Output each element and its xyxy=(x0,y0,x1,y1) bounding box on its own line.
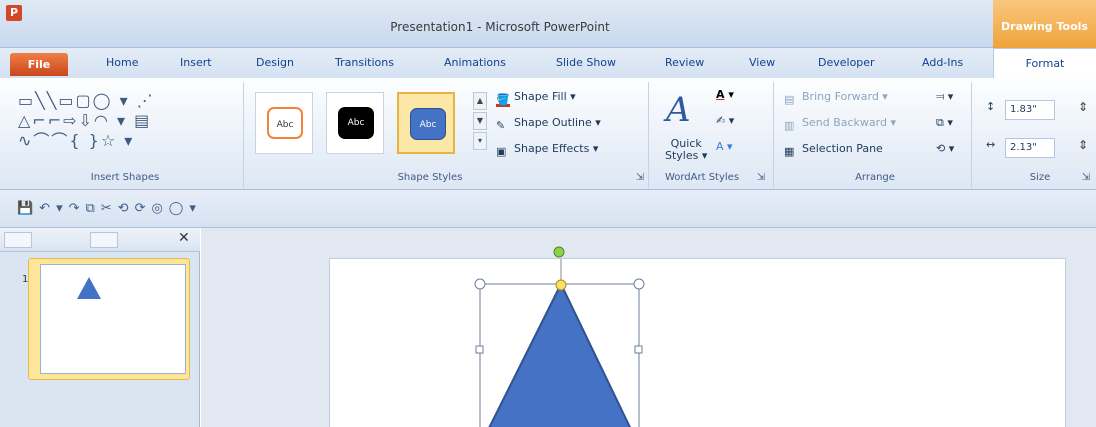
shape-style-preset-2[interactable]: Abc xyxy=(326,92,384,154)
group-separator xyxy=(971,82,972,188)
send-backward-label: Send Backward xyxy=(802,116,887,129)
dialog-launcher-icon[interactable]: ⇲ xyxy=(634,172,646,183)
pencil-icon: ✎ xyxy=(496,119,506,132)
tab-transitions[interactable]: Transitions xyxy=(335,56,394,69)
width-icon: ↔ xyxy=(986,138,996,151)
quick-styles-line2: Styles xyxy=(665,149,699,162)
text-fill-button[interactable]: A ▾ xyxy=(716,88,734,101)
selection-pane-button[interactable]: ▦ Selection Pane xyxy=(784,142,883,159)
slide-canvas[interactable] xyxy=(329,258,1066,427)
shape-fill-label: Shape Fill xyxy=(514,90,567,103)
shape-effects-button[interactable]: ▣ Shape Effects ▾ xyxy=(496,142,598,159)
drawing-tools-context-label: Drawing Tools xyxy=(993,0,1096,48)
ribbon: ▭╲╲▭▢◯ ▾ ⋰ △⌐⌐⇨⇩◠ ▾ ▤ ∿⌒⌒{ }☆ ▾ Insert S… xyxy=(0,78,1096,190)
shape-effects-label: Shape Effects xyxy=(514,142,590,155)
group-separator xyxy=(243,82,244,188)
tab-home[interactable]: Home xyxy=(106,56,138,69)
wordart-a-icon: A xyxy=(666,90,691,130)
tab-design[interactable]: Design xyxy=(256,56,294,69)
height-spinner[interactable]: ⇕ xyxy=(1078,100,1088,114)
group-objects-button[interactable]: ⧉ ▾ xyxy=(936,116,953,130)
tab-add-ins[interactable]: Add-Ins xyxy=(922,56,963,69)
thumbnail-triangle xyxy=(77,277,101,299)
bring-forward-icon: ▤ xyxy=(784,93,795,106)
dialog-launcher-icon[interactable]: ⇲ xyxy=(1080,172,1092,183)
text-outline-button[interactable]: ✍ ▾ xyxy=(716,114,734,127)
tab-animations[interactable]: Animations xyxy=(444,56,506,69)
group-label-shape-styles: Shape Styles xyxy=(397,172,463,183)
slides-pane: ✕ 1 xyxy=(0,228,200,427)
shape-outline-button[interactable]: ✎ Shape Outline ▾ xyxy=(496,116,601,133)
align-button[interactable]: ⫤ ▾ xyxy=(936,90,953,104)
send-backward-icon: ▥ xyxy=(784,119,795,132)
style-preset-3-chip: Abc xyxy=(410,108,446,140)
tab-review[interactable]: Review xyxy=(665,56,704,69)
group-label-wordart-styles: WordArt Styles xyxy=(664,172,740,183)
group-separator xyxy=(773,82,774,188)
effects-icon: ▣ xyxy=(496,145,507,158)
text-effects-button[interactable]: A ▾ xyxy=(716,140,733,153)
tab-file[interactable]: File xyxy=(10,53,68,76)
window-title: Presentation1 - Microsoft PowerPoint xyxy=(390,20,610,34)
selection-pane-label: Selection Pane xyxy=(802,142,883,155)
width-spinner[interactable]: ⇕ xyxy=(1078,138,1088,152)
shapes-gallery[interactable]: ▭╲╲▭▢◯ ▾ ⋰ △⌐⌐⇨⇩◠ ▾ ▤ ∿⌒⌒{ }☆ ▾ xyxy=(18,91,155,151)
shape-outline-label: Shape Outline xyxy=(514,116,592,129)
shape-height-input[interactable]: 1.83" xyxy=(1005,100,1055,120)
tab-insert[interactable]: Insert xyxy=(180,56,212,69)
rotation-handle-icon[interactable] xyxy=(549,242,569,262)
powerpoint-app-icon[interactable]: P xyxy=(6,5,22,21)
quick-access-toolbar: 💾↶▾↷⧉✂⟲⟳◎◯▾ xyxy=(0,190,1096,228)
style-preset-1-chip: Abc xyxy=(267,107,303,139)
paint-bucket-icon: 🪣 xyxy=(496,93,510,107)
selection-pane-icon: ▦ xyxy=(784,145,795,158)
slides-tab[interactable] xyxy=(4,232,32,248)
shape-style-preset-3-selected[interactable]: Abc xyxy=(397,92,455,154)
slide-shapes xyxy=(474,259,645,427)
height-icon: ↕ xyxy=(986,100,996,113)
gallery-scroll-up[interactable]: ▲ xyxy=(473,92,487,110)
shape-width-input[interactable]: 2.13" xyxy=(1005,138,1055,158)
rotate-button[interactable]: ⟲ ▾ xyxy=(936,142,954,155)
quick-access-icons[interactable]: 💾↶▾↷⧉✂⟲⟳◎◯▾ xyxy=(17,201,202,216)
tab-slide-show[interactable]: Slide Show xyxy=(556,56,616,69)
shape-style-preset-1[interactable]: Abc xyxy=(255,92,313,154)
title-bar: P Presentation1 - Microsoft PowerPoint D… xyxy=(0,0,1096,48)
send-backward-button[interactable]: ▥ Send Backward ▾ xyxy=(784,116,896,133)
group-label-insert-shapes: Insert Shapes xyxy=(90,172,160,183)
slide-thumbnail-1[interactable] xyxy=(40,264,186,374)
pane-tab-bar: ✕ xyxy=(0,228,200,252)
style-preset-2-chip: Abc xyxy=(338,107,374,139)
bring-forward-button[interactable]: ▤ Bring Forward ▾ xyxy=(784,90,888,107)
slide-number: 1 xyxy=(22,274,29,285)
bring-forward-label: Bring Forward xyxy=(802,90,879,103)
gallery-more[interactable]: ▾ xyxy=(473,132,487,150)
triangle-shape xyxy=(488,281,631,427)
slide-editing-area xyxy=(201,228,1096,427)
shape-fill-button[interactable]: 🪣 Shape Fill ▾ xyxy=(496,90,576,107)
close-icon[interactable]: ✕ xyxy=(178,230,190,246)
group-label-arrange: Arrange xyxy=(855,172,895,183)
tab-view[interactable]: View xyxy=(749,56,775,69)
tab-format[interactable]: Format xyxy=(993,48,1096,79)
quick-styles-button[interactable]: Quick Styles ▾ xyxy=(665,138,707,162)
tab-developer[interactable]: Developer xyxy=(818,56,875,69)
outline-tab[interactable] xyxy=(90,232,118,248)
ribbon-tab-bar: Home Insert Design Transitions Animation… xyxy=(0,48,1096,78)
group-separator xyxy=(648,82,649,188)
gallery-scroll-down[interactable]: ▼ xyxy=(473,112,487,130)
dialog-launcher-icon[interactable]: ⇲ xyxy=(755,172,767,183)
group-label-size: Size xyxy=(1029,172,1051,183)
